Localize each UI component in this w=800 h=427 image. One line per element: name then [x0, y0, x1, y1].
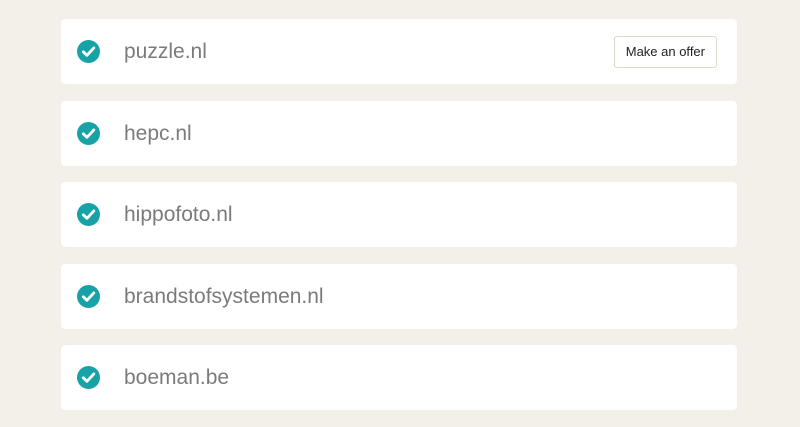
- domain-row-hepc-nl[interactable]: hepc.nl: [61, 100, 737, 166]
- domain-name[interactable]: boeman.be: [124, 345, 229, 410]
- domain-row-puzzle-nl[interactable]: puzzle.nl Make an offer: [61, 19, 737, 84]
- domain-name[interactable]: hepc.nl: [124, 101, 192, 166]
- check-circle-icon: [77, 40, 100, 63]
- domain-name[interactable]: hippofoto.nl: [124, 182, 233, 247]
- check-circle-icon: [77, 284, 100, 308]
- domain-name[interactable]: brandstofsystemen.nl: [124, 264, 324, 329]
- domain-row-brandstofsystemen-nl[interactable]: brandstofsystemen.nl: [61, 263, 737, 329]
- check-circle-icon: [77, 121, 100, 145]
- check-circle-icon: [77, 203, 100, 226]
- make-offer-button[interactable]: Make an offer: [613, 36, 717, 68]
- domain-row-boeman-be[interactable]: boeman.be: [61, 345, 737, 410]
- domain-list: puzzle.nl Make an offer hepc.nl hippofot…: [61, 19, 737, 427]
- check-circle-icon: [77, 366, 100, 389]
- domain-name[interactable]: puzzle.nl: [124, 19, 207, 84]
- domain-row-hippofoto-nl[interactable]: hippofoto.nl: [61, 182, 737, 247]
